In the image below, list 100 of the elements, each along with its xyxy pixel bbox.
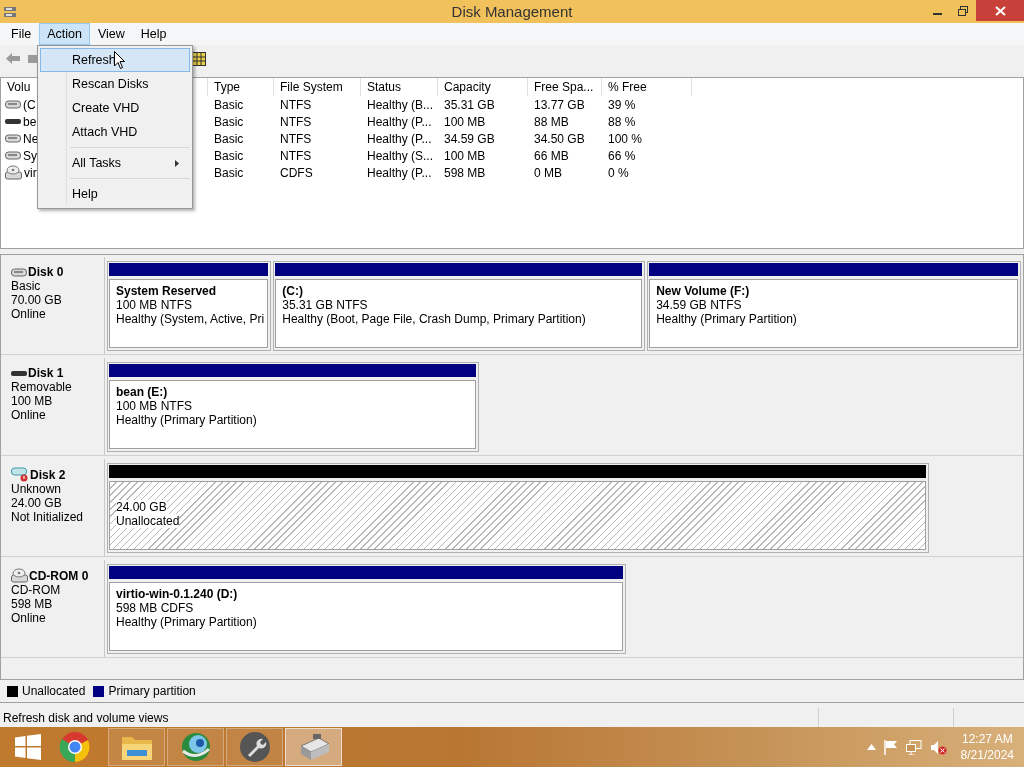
menu-item[interactable]: Attach VHD — [40, 120, 190, 144]
drive-alert-icon — [11, 467, 29, 482]
column-header[interactable]: Type — [208, 78, 274, 96]
table-cell: 66 % — [608, 148, 636, 163]
disk-name: CD-ROM 0 — [29, 568, 89, 583]
menu-item[interactable]: File — [3, 23, 40, 45]
menu-item[interactable]: View — [89, 23, 133, 45]
disk-type: CD-ROM — [11, 583, 62, 597]
table-cell: Basic — [214, 165, 244, 180]
flag-icon[interactable] — [883, 739, 898, 755]
table-cell: Basic — [214, 97, 244, 112]
menu-item[interactable]: Help — [132, 23, 175, 45]
table-cell: 88 % — [608, 114, 636, 129]
table-cell: 100 MB — [444, 148, 486, 163]
app-icon — [3, 4, 17, 19]
disk-name: Disk 1 — [28, 366, 64, 380]
menu-item[interactable]: Create VHD — [40, 96, 190, 120]
hard-drive-icon — [5, 150, 21, 161]
taskbar-button[interactable] — [285, 728, 342, 766]
table-cell: Basic — [214, 131, 244, 146]
table-cell: be — [23, 114, 37, 129]
column-header[interactable]: Status — [361, 78, 438, 96]
table-cell: (C — [23, 97, 36, 112]
table-cell: NTFS — [280, 131, 312, 146]
partition[interactable]: System Reserved 100 MB NTFS Healthy (System, Active, Pri — [107, 261, 272, 351]
partition-status: Unallocated — [116, 514, 180, 528]
muted-speaker-icon[interactable] — [929, 739, 947, 755]
close-button[interactable] — [976, 0, 1024, 21]
removable-drive-icon — [5, 116, 21, 127]
taskbar-button[interactable] — [226, 728, 283, 766]
cd-drive-icon — [5, 165, 22, 180]
taskbar-button[interactable] — [108, 728, 165, 766]
globe-icon[interactable] — [179, 731, 212, 763]
column-header[interactable]: Capacity — [438, 78, 528, 96]
menu-item[interactable]: Rescan Disks — [40, 72, 190, 96]
table-cell: 66 MB — [534, 148, 569, 163]
table-cell: NTFS — [280, 97, 312, 112]
column-header[interactable]: File System — [274, 78, 361, 96]
disk-type: Basic — [11, 279, 42, 293]
disk-status: Not Initialized — [11, 510, 85, 524]
partition-status: Healthy (Boot, Page File, Crash Dump, Primary Partition) — [282, 312, 587, 326]
menu-item[interactable]: Help — [40, 182, 190, 206]
table-cell: 100 MB — [444, 114, 486, 129]
table-cell: Healthy (S... — [367, 148, 434, 163]
taskbar-button[interactable] — [167, 728, 224, 766]
table-cell: Ne — [23, 131, 39, 146]
table-cell: 88 MB — [534, 114, 569, 129]
partition-size: 100 MB NTFS — [116, 399, 194, 413]
partition-size: 34.59 GB NTFS — [656, 298, 743, 312]
network-icon[interactable] — [905, 739, 922, 755]
disk-size: 24.00 GB — [11, 496, 63, 510]
table-cell: 0 MB — [534, 165, 562, 180]
partition[interactable]: (C:) 35.31 GB NTFS Healthy (Boot, Page File, Crash Dump, Primary Partition) — [273, 261, 646, 351]
minimize-icon — [932, 13, 942, 15]
table-cell: vir — [24, 165, 37, 180]
disk-size: 100 MB — [11, 394, 54, 408]
browser-icon[interactable] — [59, 731, 91, 763]
disk-size: 598 MB — [11, 597, 54, 611]
table-cell: Basic — [214, 148, 244, 163]
menu-item[interactable]: Refresh — [40, 48, 190, 72]
legend-label: Unallocated — [22, 684, 86, 698]
disk-type: Unknown — [11, 482, 63, 496]
submenu-item[interactable]: All Tasks — [40, 151, 190, 175]
partition-size: 35.31 GB NTFS — [282, 298, 369, 312]
back-arrow-icon[interactable] — [5, 52, 21, 65]
column-header[interactable]: Free Spa... — [528, 78, 602, 96]
disk-status: Online — [11, 307, 47, 321]
table-cell: 598 MB — [444, 165, 486, 180]
hard-drive-icon — [5, 99, 21, 110]
submenu-arrow-icon — [175, 159, 179, 167]
hard-drive-icon — [5, 133, 21, 144]
menu-item[interactable]: Action — [39, 23, 90, 45]
partition[interactable]: New Volume (F:) 34.59 GB NTFS Healthy (Primary Partition) — [647, 261, 1021, 351]
window-title: Disk Management — [451, 3, 573, 20]
table-cell: 34.50 GB — [534, 131, 585, 146]
table-cell: Healthy (P... — [367, 114, 432, 129]
partition[interactable]: 24.00 GB Unallocated — [107, 463, 930, 553]
table-cell: 0 % — [608, 165, 629, 180]
table-cell: 35.31 GB — [444, 97, 495, 112]
partition-name: virtio-win-0.1.240 (D:) — [116, 587, 239, 601]
partition-name: New Volume (F:) — [656, 284, 751, 298]
table-cell: Healthy (B... — [367, 97, 434, 112]
partition[interactable]: bean (E:) 100 MB NTFS Healthy (Primary Partition) — [107, 362, 480, 452]
partition[interactable]: virtio-win-0.1.240 (D:) 598 MB CDFS Healthy (Primary Partition) — [107, 564, 627, 654]
table-cell: 34.59 GB — [444, 131, 495, 146]
legend-label: Primary partition — [108, 684, 196, 698]
column-header[interactable]: % Free — [602, 78, 692, 96]
caret-up-icon[interactable] — [866, 744, 876, 750]
partition-name: System Reserved — [116, 284, 218, 298]
hard-drive-icon — [11, 266, 27, 278]
table-cell: Healthy (P... — [367, 131, 432, 146]
close-icon — [994, 5, 1006, 16]
disk-size: 70.00 GB — [11, 293, 63, 307]
partition-status: Healthy (Primary Partition) — [116, 413, 258, 427]
cd-drive-icon — [11, 568, 28, 583]
partition-name: (C:) — [282, 284, 304, 298]
wrench-icon[interactable] — [238, 731, 271, 763]
toolbar-icon[interactable] — [28, 54, 37, 63]
table-cell: NTFS — [280, 114, 312, 129]
disk-name: Disk 2 — [30, 467, 66, 482]
